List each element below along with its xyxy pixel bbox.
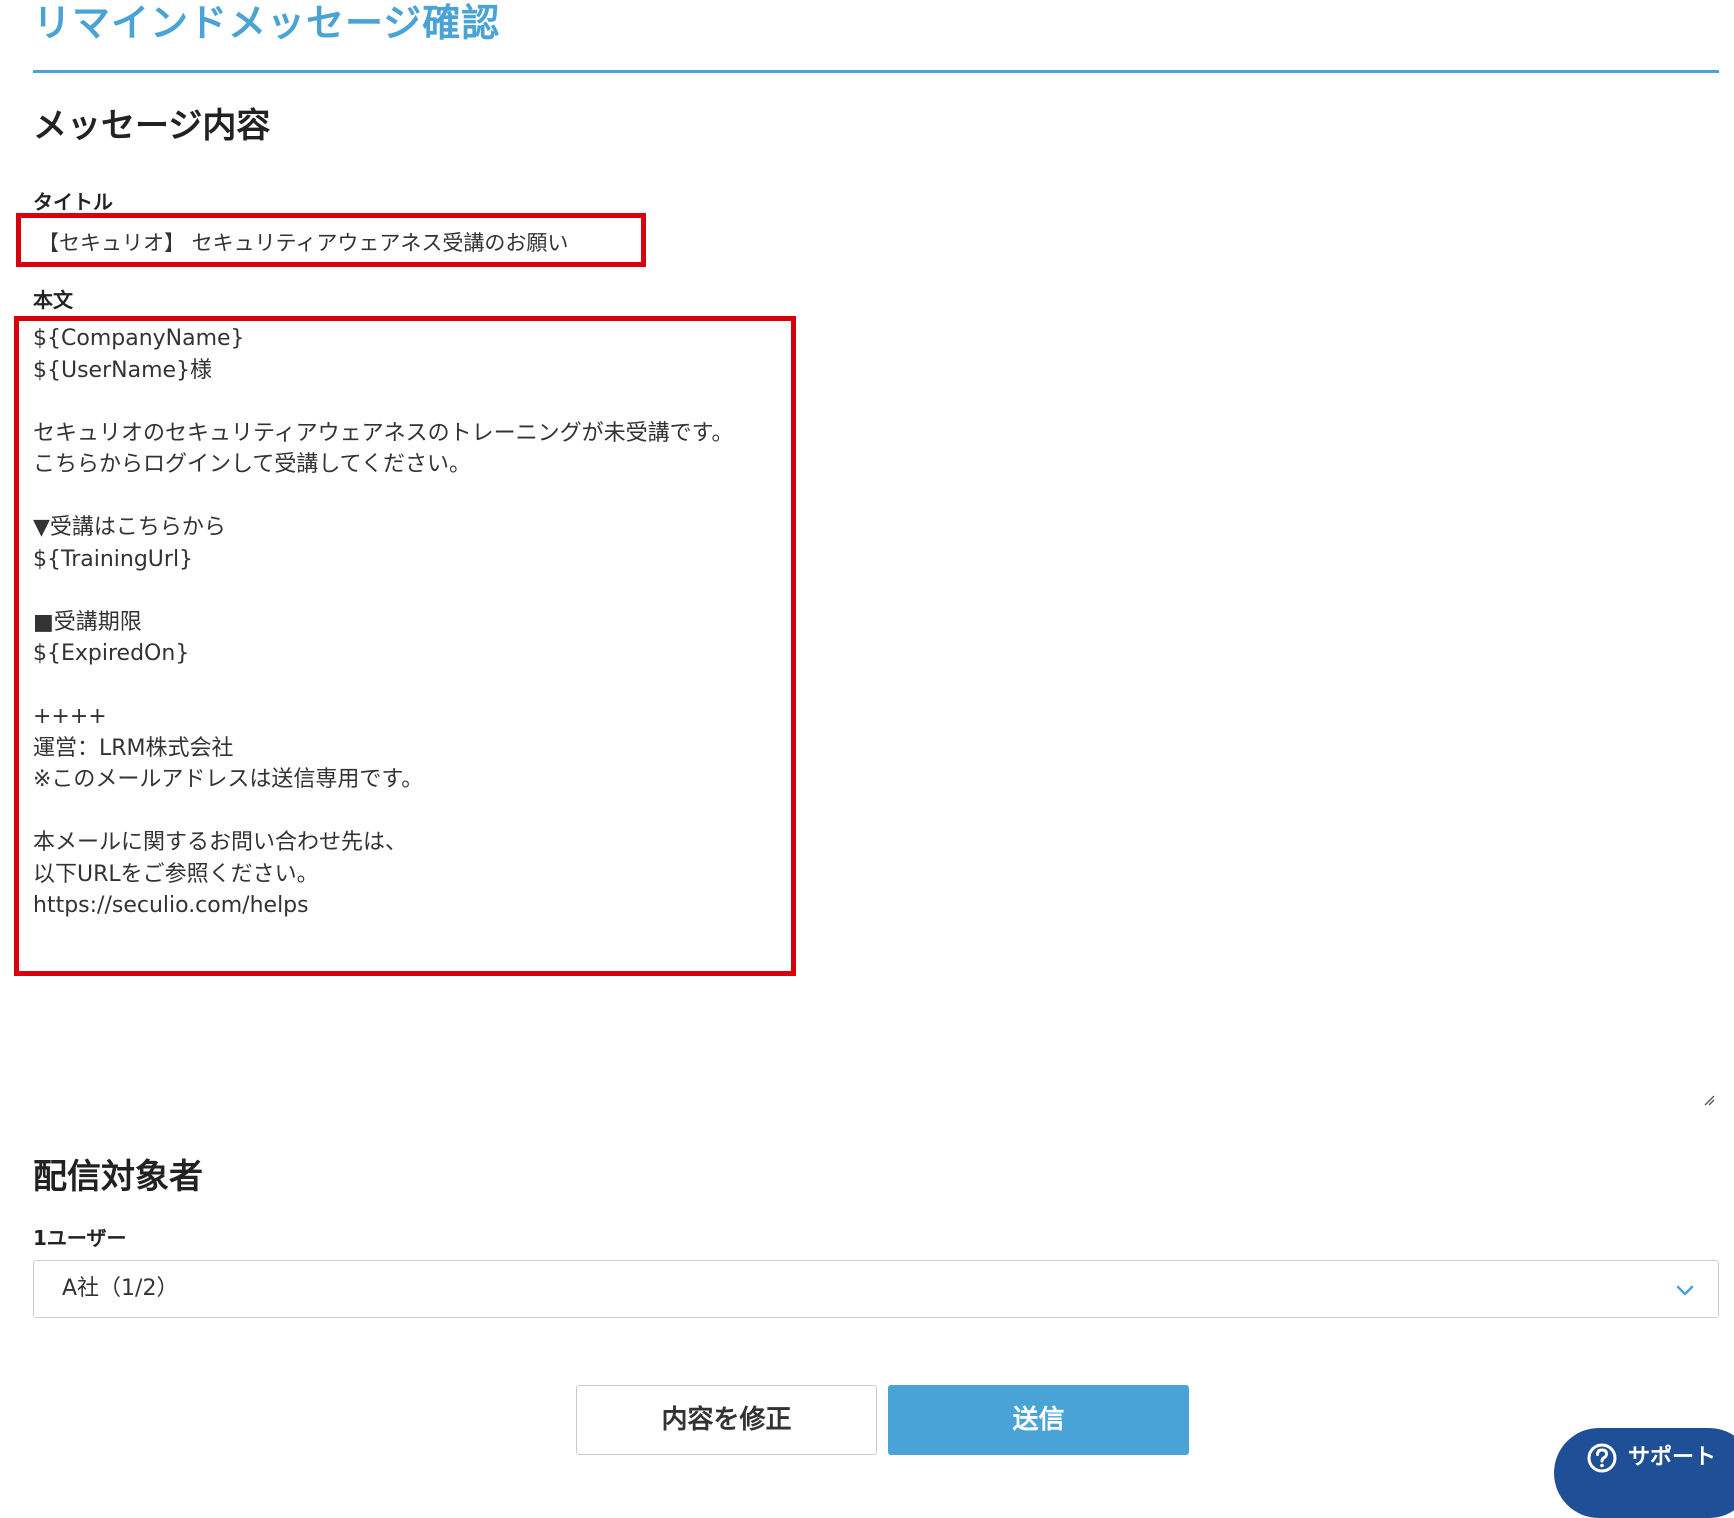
resize-handle-icon[interactable] (1703, 1094, 1715, 1106)
recipient-select-value: A社（1/2） (62, 1276, 179, 1301)
page-title: リマインドメッセージ確認 (33, 1, 501, 45)
body-highlight-box (14, 316, 796, 976)
support-button[interactable]: サポート (1554, 1428, 1734, 1518)
body-label: 本文 (33, 288, 73, 312)
title-highlight-box (16, 213, 646, 267)
recipient-select[interactable]: A社（1/2） (33, 1260, 1719, 1318)
question-circle-icon (1587, 1443, 1617, 1473)
edit-content-button[interactable]: 内容を修正 (576, 1385, 877, 1455)
user-count-label: 1ユーザー (33, 1226, 127, 1250)
support-label: サポート (1628, 1445, 1717, 1470)
recipients-heading: 配信対象者 (33, 1157, 203, 1197)
title-divider (33, 70, 1719, 73)
title-label: タイトル (33, 190, 113, 214)
send-button[interactable]: 送信 (888, 1385, 1189, 1455)
chevron-down-icon (1676, 1285, 1694, 1296)
message-content-heading: メッセージ内容 (33, 106, 271, 146)
